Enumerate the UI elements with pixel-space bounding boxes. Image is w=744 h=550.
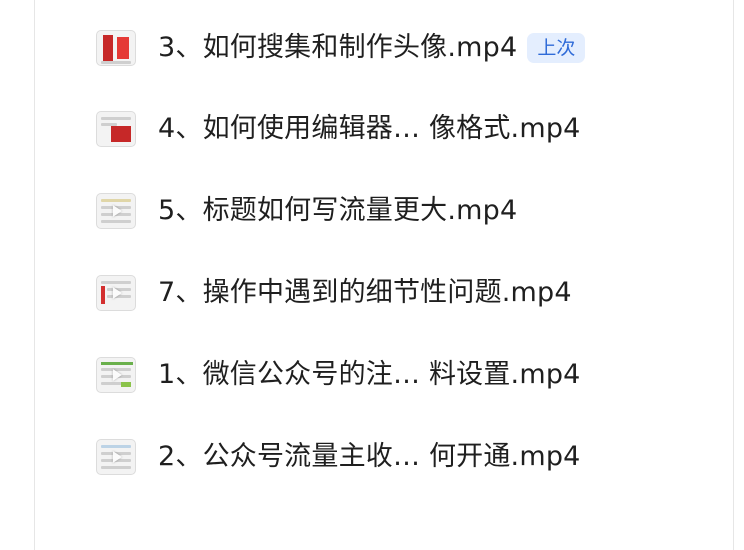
play-icon [112, 451, 122, 463]
video-thumbnail-icon [96, 111, 136, 147]
video-thumbnail-icon [96, 439, 136, 475]
file-name: 4、如何使用编辑器… 像格式.mp4 [158, 113, 581, 144]
panel-right-border [733, 0, 734, 550]
file-name: 7、操作中遇到的细节性问题.mp4 [158, 277, 572, 308]
video-thumbnail-icon [96, 275, 136, 311]
panel-left-border [34, 0, 35, 550]
file-item-4[interactable]: 4、如何使用编辑器… 像格式.mp4 [96, 102, 716, 156]
video-thumbnail-icon [96, 193, 136, 229]
file-name: 5、标题如何写流量更大.mp4 [158, 195, 518, 226]
file-item-5[interactable]: 5、标题如何写流量更大.mp4 [96, 184, 716, 238]
file-item-7[interactable]: 7、操作中遇到的细节性问题.mp4 [96, 266, 716, 320]
file-item-1[interactable]: 1、微信公众号的注… 料设置.mp4 [96, 348, 716, 402]
file-list-panel: 3、如何搜集和制作头像.mp4 上次 4、如何使用编辑器… 像格式.mp4 5、… [0, 0, 744, 550]
play-icon [112, 369, 122, 381]
file-name: 2、公众号流量主收… 何开通.mp4 [158, 441, 581, 472]
file-name: 3、如何搜集和制作头像.mp4 [158, 32, 518, 63]
video-thumbnail-icon [96, 30, 136, 66]
play-icon [112, 205, 122, 217]
last-watched-badge: 上次 [527, 33, 586, 63]
file-item-3[interactable]: 3、如何搜集和制作头像.mp4 上次 [96, 21, 716, 75]
file-name: 1、微信公众号的注… 料设置.mp4 [158, 359, 581, 390]
play-icon [112, 287, 122, 299]
video-thumbnail-icon [96, 357, 136, 393]
file-item-2[interactable]: 2、公众号流量主收… 何开通.mp4 [96, 430, 716, 484]
